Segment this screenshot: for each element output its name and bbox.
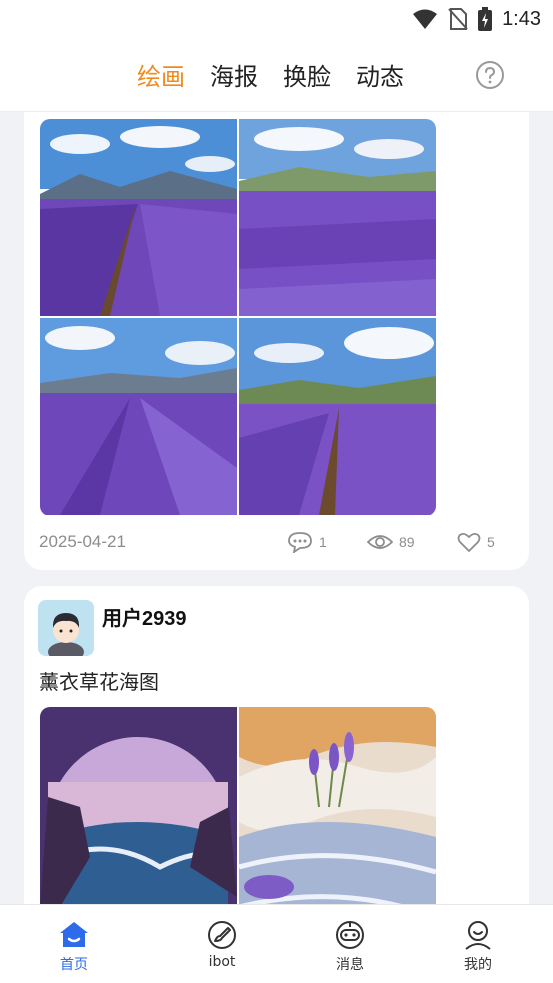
user-icon xyxy=(465,921,491,950)
bottom-nav: 首页 ibot 消息 我的 xyxy=(0,904,553,983)
robot-chat-icon xyxy=(336,921,364,949)
lavender-field-image[interactable] xyxy=(239,119,436,316)
wifi-icon xyxy=(413,9,438,29)
post-title: 薰衣草花海图 xyxy=(39,670,159,694)
question-circle-icon[interactable] xyxy=(475,60,505,90)
nav-item-messages[interactable]: 消息 xyxy=(315,919,385,974)
nav-label-home: 首页 xyxy=(60,957,88,973)
battery-charging-icon xyxy=(478,7,493,31)
category-tabs: 绘画 海报 换脸 动态 xyxy=(137,57,404,92)
heart-icon xyxy=(457,532,481,553)
lavender-field-image[interactable] xyxy=(239,318,436,515)
post-meta-row: 2025-04-21 1 89 5 xyxy=(39,529,509,555)
post-card[interactable]: 2025-04-21 1 89 5 xyxy=(24,112,529,570)
post-card[interactable]: 用户2939 薰衣草花海图 xyxy=(24,586,529,904)
status-time: 1:43 xyxy=(502,7,541,30)
brush-icon xyxy=(208,921,236,949)
status-icons: 1:43 xyxy=(412,6,541,32)
view-count-value: 89 xyxy=(399,534,415,550)
nav-item-ibot[interactable]: ibot xyxy=(187,919,257,970)
nav-label-profile: 我的 xyxy=(464,957,492,973)
tab-poster[interactable]: 海报 xyxy=(210,57,258,92)
lavender-wave-art-image[interactable] xyxy=(239,707,436,904)
post-image-grid xyxy=(40,119,436,516)
username[interactable]: 用户2939 xyxy=(102,602,187,631)
lavender-field-image[interactable] xyxy=(40,318,237,515)
tab-painting[interactable]: 绘画 xyxy=(137,57,185,92)
nav-label-ibot: ibot xyxy=(208,954,236,970)
tab-feed[interactable]: 动态 xyxy=(356,57,404,92)
tab-face-swap[interactable]: 换脸 xyxy=(283,57,331,92)
comment-icon xyxy=(288,532,312,553)
lavender-field-image[interactable] xyxy=(40,119,237,316)
avatar[interactable] xyxy=(38,600,94,656)
comment-count-value: 1 xyxy=(319,534,327,550)
no-sim-icon xyxy=(448,8,468,30)
eye-icon xyxy=(367,535,393,549)
comment-count[interactable]: 1 xyxy=(287,531,327,553)
nav-label-messages: 消息 xyxy=(336,957,364,973)
post-date: 2025-04-21 xyxy=(39,532,126,551)
nav-item-home[interactable]: 首页 xyxy=(39,919,109,974)
like-count[interactable]: 5 xyxy=(457,531,495,553)
home-icon xyxy=(60,922,88,947)
post-author[interactable]: 用户2939 xyxy=(38,600,187,656)
like-count-value: 5 xyxy=(487,534,495,550)
feed-list[interactable]: 2025-04-21 1 89 5 用户2939 薰衣草花海图 xyxy=(0,112,553,904)
status-bar: 1:43 xyxy=(0,0,553,40)
nav-item-profile[interactable]: 我的 xyxy=(443,919,513,974)
view-count: 89 xyxy=(367,532,415,552)
lavender-ocean-art-image[interactable] xyxy=(40,707,237,904)
top-tab-bar: 绘画 海报 换脸 动态 xyxy=(0,40,553,112)
post-image-grid xyxy=(40,707,436,904)
